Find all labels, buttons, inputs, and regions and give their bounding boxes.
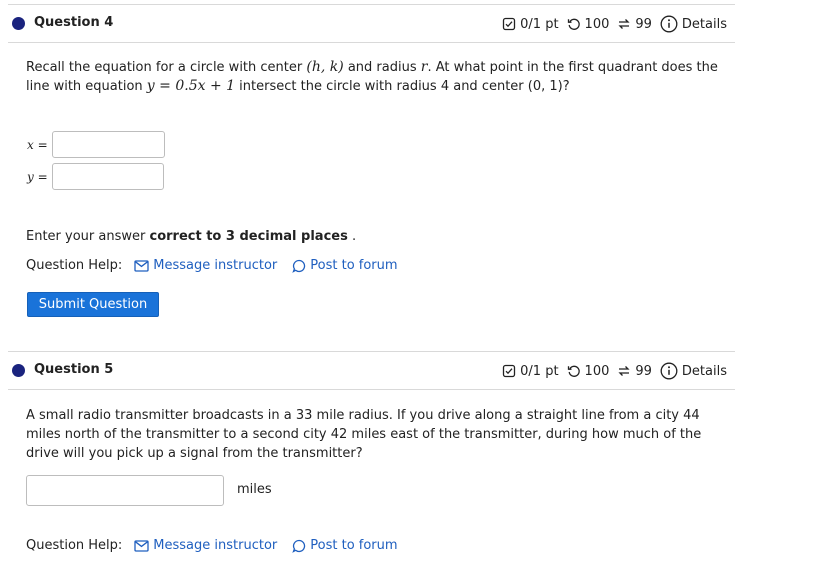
prompt-text: and radius — [343, 60, 421, 75]
chat-bubble-icon — [292, 539, 306, 553]
message-instructor-link[interactable]: Message instructor — [134, 258, 277, 273]
submit-question-button[interactable]: Submit Question — [27, 292, 159, 317]
mail-icon — [134, 259, 149, 272]
instruction-text: . — [347, 229, 357, 244]
question-meta: 0/1 pt 100 99 Details — [502, 362, 727, 380]
question-4-header: Question 4 0/1 pt 100 99 Details — [8, 4, 735, 43]
retry-icon — [567, 364, 581, 378]
instruction-text: Enter your answer — [26, 229, 150, 244]
prompt-text: intersect the circle with radius 4 and c… — [235, 79, 570, 94]
message-instructor-link[interactable]: Message instructor — [134, 538, 277, 553]
distance-answer-input[interactable] — [26, 475, 224, 506]
prompt-text: Recall the equation for a circle with ce… — [26, 60, 307, 75]
retry-icon — [567, 17, 581, 31]
x-label: x = — [27, 138, 48, 152]
math-line-equation: y = 0.5x + 1 — [146, 78, 236, 94]
question-5-header: Question 5 0/1 pt 100 99 Details — [8, 351, 735, 390]
question-title: Question 5 — [34, 362, 114, 377]
question-5-help: Question Help: Message instructor Post t… — [26, 538, 398, 553]
mail-icon — [134, 539, 149, 552]
question-meta: 0/1 pt 100 99 Details — [502, 15, 727, 33]
question-status-dot — [12, 364, 25, 377]
chat-bubble-icon — [292, 259, 306, 273]
score-text: 0/1 pt — [520, 363, 559, 379]
answer-instruction: Enter your answer correct to 3 decimal p… — [26, 229, 356, 244]
info-icon[interactable] — [660, 362, 678, 380]
retries-count: 100 — [584, 363, 610, 379]
math-center: (h, k) — [306, 59, 344, 75]
score-check-icon — [502, 17, 516, 31]
attempts-count: 99 — [635, 16, 652, 32]
info-icon[interactable] — [660, 15, 678, 33]
help-label: Question Help: — [26, 538, 123, 553]
attempts-count: 99 — [635, 363, 652, 379]
x-answer-input[interactable] — [52, 131, 165, 158]
post-to-forum-text[interactable]: Post to forum — [310, 538, 397, 553]
message-instructor-text[interactable]: Message instructor — [153, 258, 277, 273]
details-link[interactable]: Details — [682, 17, 727, 32]
score-check-icon — [502, 364, 516, 378]
unit-label: miles — [237, 482, 272, 497]
details-link[interactable]: Details — [682, 364, 727, 379]
score-text: 0/1 pt — [520, 16, 559, 32]
help-label: Question Help: — [26, 258, 123, 273]
message-instructor-text[interactable]: Message instructor — [153, 538, 277, 553]
attempts-icon — [617, 17, 631, 31]
y-label: y = — [27, 170, 48, 184]
question-title: Question 4 — [34, 15, 114, 30]
instruction-emphasis: correct to 3 decimal places — [149, 229, 348, 244]
question-status-dot — [12, 17, 25, 30]
post-to-forum-link[interactable]: Post to forum — [292, 538, 398, 553]
retries-count: 100 — [584, 16, 610, 32]
question-4-prompt: Recall the equation for a circle with ce… — [26, 58, 736, 96]
question-4-help: Question Help: Message instructor Post t… — [26, 258, 398, 273]
y-answer-input[interactable] — [52, 163, 164, 190]
post-to-forum-text[interactable]: Post to forum — [310, 258, 397, 273]
question-5-prompt: A small radio transmitter broadcasts in … — [26, 408, 702, 461]
post-to-forum-link[interactable]: Post to forum — [292, 258, 398, 273]
attempts-icon — [617, 364, 631, 378]
